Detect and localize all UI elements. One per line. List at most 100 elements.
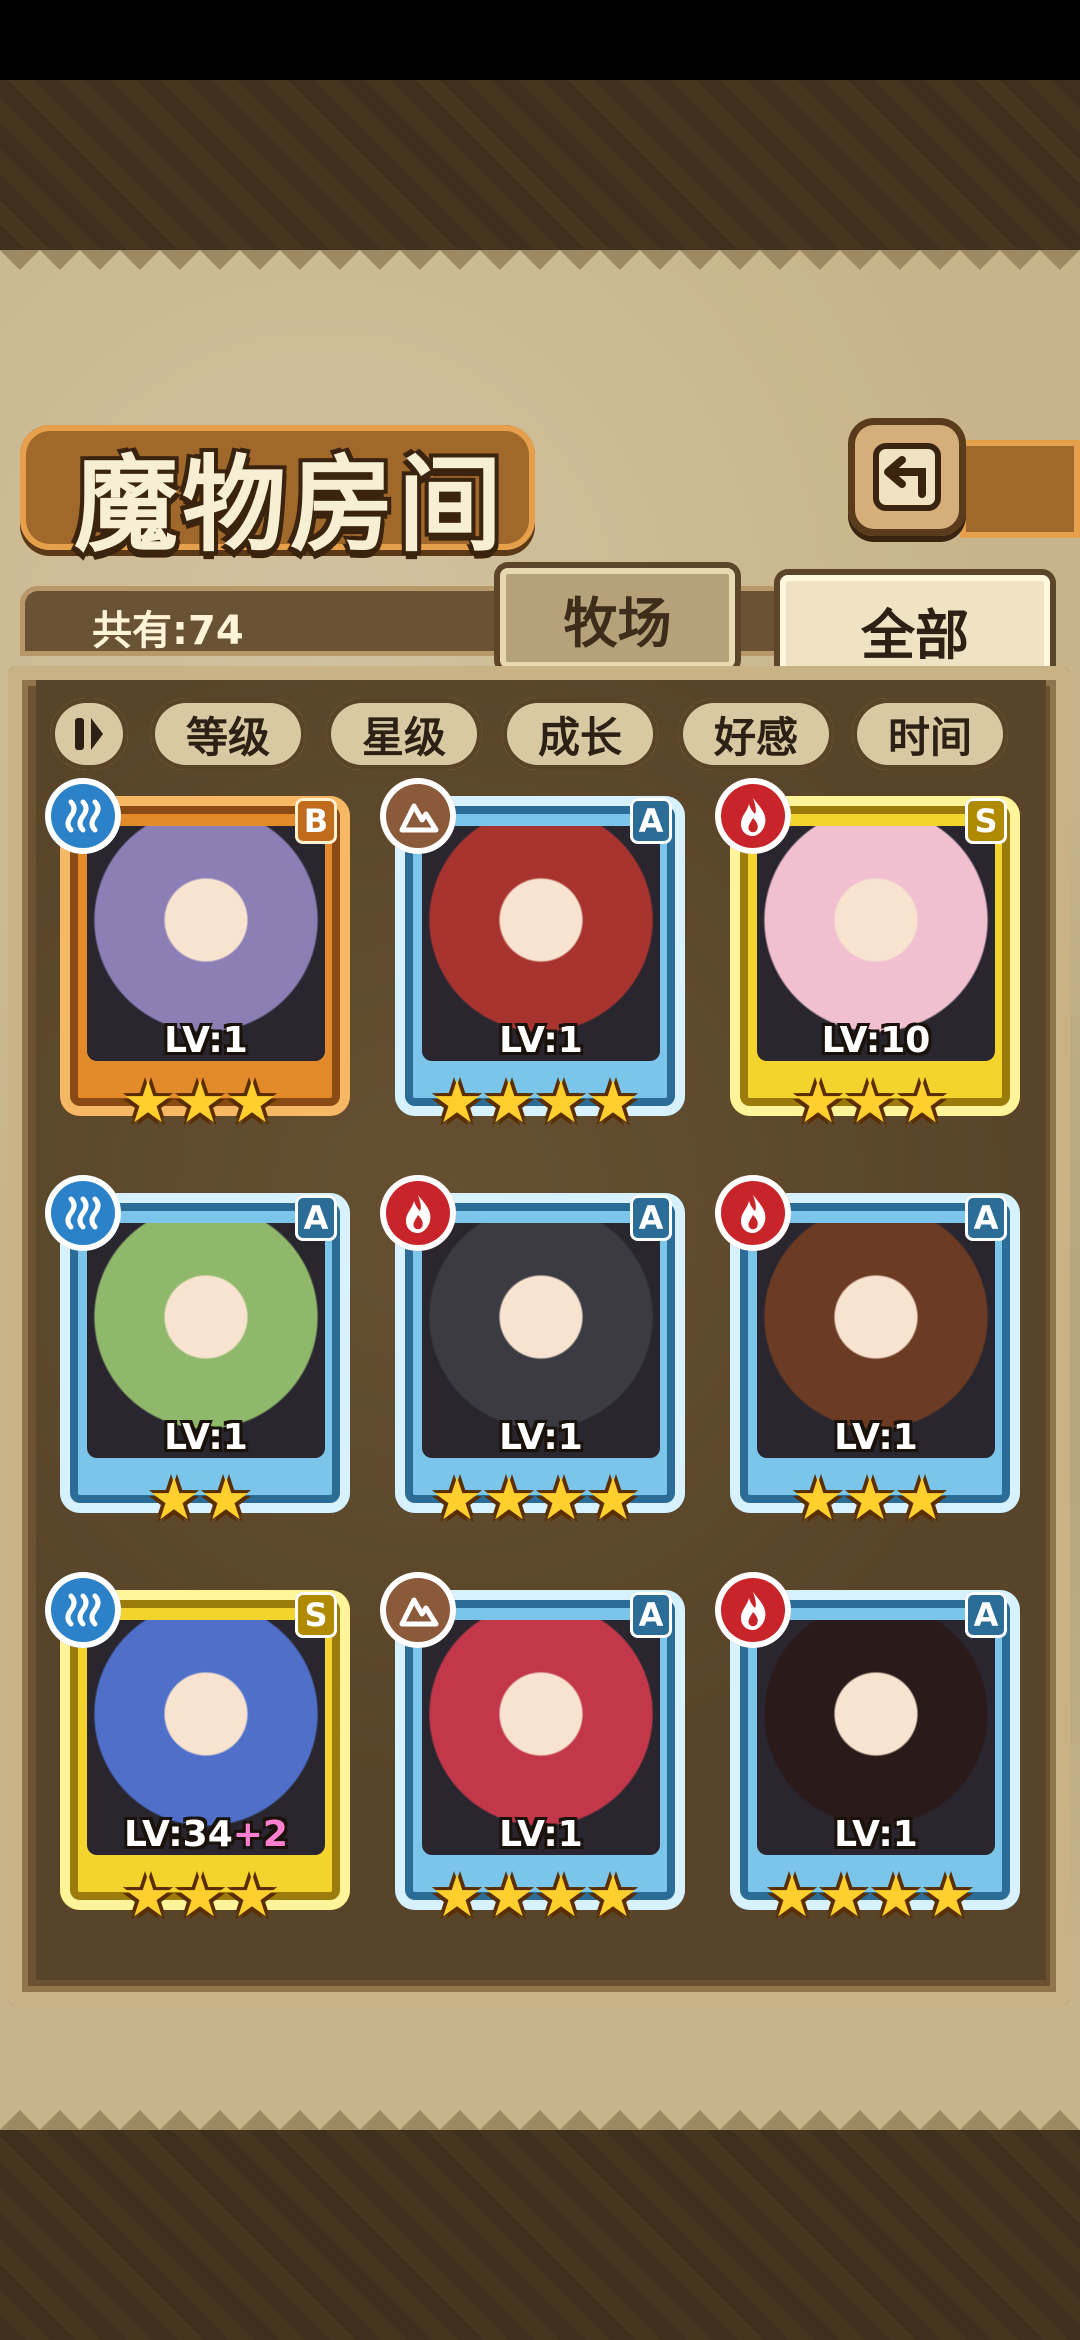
monster-card[interactable]: A LV:1 ★★★★ bbox=[715, 1572, 1025, 1932]
level-value: LV:34 bbox=[124, 1814, 233, 1855]
water-element-icon bbox=[45, 778, 121, 854]
monster-card[interactable]: B LV:1 ★★★ bbox=[45, 778, 355, 1138]
fire-element-icon bbox=[380, 1175, 456, 1251]
star-rating: ★★★ bbox=[715, 1072, 1025, 1132]
star-rating: ★★★★ bbox=[380, 1469, 690, 1529]
grade-badge: A bbox=[630, 798, 672, 844]
earth-element-icon bbox=[380, 778, 456, 854]
star-icon: ★ bbox=[587, 1465, 639, 1533]
owned-count: 共有:74 bbox=[92, 608, 244, 654]
star-icon: ★ bbox=[122, 1862, 174, 1930]
star-icon: ★ bbox=[431, 1068, 483, 1136]
pause-icon bbox=[75, 718, 103, 750]
star-icon: ★ bbox=[587, 1068, 639, 1136]
star-icon: ★ bbox=[431, 1862, 483, 1930]
grade-badge: A bbox=[630, 1592, 672, 1638]
back-button[interactable] bbox=[848, 418, 966, 536]
sort-growth-button[interactable]: 成长 bbox=[502, 698, 658, 770]
sort-level-button[interactable]: 等级 bbox=[150, 698, 306, 770]
star-icon: ★ bbox=[922, 1862, 974, 1930]
star-icon: ★ bbox=[896, 1465, 948, 1533]
level-label: LV:34+2 bbox=[87, 1814, 325, 1855]
star-icon: ★ bbox=[174, 1068, 226, 1136]
monster-card[interactable]: A LV:1 ★★ bbox=[45, 1175, 355, 1535]
fire-element-icon bbox=[715, 1572, 791, 1648]
earth-element-icon bbox=[380, 1572, 456, 1648]
star-icon: ★ bbox=[431, 1465, 483, 1533]
star-icon: ★ bbox=[226, 1068, 278, 1136]
bottom-decor-band bbox=[0, 2130, 1080, 2340]
back-rail bbox=[960, 440, 1080, 538]
monster-card[interactable]: S LV:34+2 ★★★ bbox=[45, 1572, 355, 1932]
star-rating: ★★★ bbox=[45, 1866, 355, 1926]
level-value: LV:1 bbox=[834, 1417, 918, 1458]
level-label: LV:1 bbox=[757, 1417, 995, 1458]
star-rating: ★★★ bbox=[715, 1469, 1025, 1529]
level-label: LV:1 bbox=[422, 1020, 660, 1061]
monster-card[interactable]: S LV:10 ★★★ bbox=[715, 778, 1025, 1138]
level-value: LV:1 bbox=[834, 1814, 918, 1855]
sort-time-button[interactable]: 时间 bbox=[852, 698, 1008, 770]
star-icon: ★ bbox=[483, 1862, 535, 1930]
level-label: LV:1 bbox=[757, 1814, 995, 1855]
level-label: LV:1 bbox=[87, 1020, 325, 1061]
grade-badge: A bbox=[630, 1195, 672, 1241]
water-element-icon bbox=[45, 1175, 121, 1251]
level-value: LV:1 bbox=[499, 1417, 583, 1458]
grade-badge: B bbox=[295, 798, 337, 844]
sawtooth-bottom-edge bbox=[0, 2090, 1080, 2130]
sawtooth-top-edge bbox=[0, 250, 1080, 290]
monster-card[interactable]: A LV:1 ★★★ bbox=[715, 1175, 1025, 1535]
level-value: LV:10 bbox=[821, 1020, 931, 1061]
star-icon: ★ bbox=[148, 1465, 200, 1533]
grade-badge: A bbox=[965, 1195, 1007, 1241]
star-icon: ★ bbox=[792, 1465, 844, 1533]
level-label: LV:1 bbox=[87, 1417, 325, 1458]
level-label: LV:10 bbox=[757, 1020, 995, 1061]
top-decor-band bbox=[0, 80, 1080, 250]
grade-badge: A bbox=[965, 1592, 1007, 1638]
fire-element-icon bbox=[715, 1175, 791, 1251]
level-bonus: +2 bbox=[232, 1814, 288, 1855]
sort-stars-button[interactable]: 星级 bbox=[326, 698, 482, 770]
monster-card[interactable]: A LV:1 ★★★★ bbox=[380, 1175, 690, 1535]
star-icon: ★ bbox=[483, 1465, 535, 1533]
water-element-icon bbox=[45, 1572, 121, 1648]
star-icon: ★ bbox=[896, 1068, 948, 1136]
status-bar bbox=[0, 0, 1080, 80]
star-icon: ★ bbox=[535, 1465, 587, 1533]
page-title: 魔物房间 bbox=[73, 443, 506, 566]
monster-card[interactable]: A LV:1 ★★★★ bbox=[380, 778, 690, 1138]
star-icon: ★ bbox=[766, 1862, 818, 1930]
star-icon: ★ bbox=[587, 1862, 639, 1930]
star-icon: ★ bbox=[870, 1862, 922, 1930]
monster-card[interactable]: A LV:1 ★★★★ bbox=[380, 1572, 690, 1932]
sort-order-toggle[interactable] bbox=[50, 698, 128, 770]
star-icon: ★ bbox=[200, 1465, 252, 1533]
star-icon: ★ bbox=[844, 1068, 896, 1136]
grade-badge: S bbox=[295, 1592, 337, 1638]
star-rating: ★★★★ bbox=[715, 1866, 1025, 1926]
star-rating: ★★★ bbox=[45, 1072, 355, 1132]
star-icon: ★ bbox=[844, 1465, 896, 1533]
return-icon bbox=[873, 443, 941, 511]
level-value: LV:1 bbox=[164, 1020, 248, 1061]
star-icon: ★ bbox=[174, 1862, 226, 1930]
sort-affection-button[interactable]: 好感 bbox=[678, 698, 834, 770]
level-value: LV:1 bbox=[499, 1020, 583, 1061]
star-icon: ★ bbox=[535, 1068, 587, 1136]
star-rating: ★★★★ bbox=[380, 1866, 690, 1926]
grade-badge: S bbox=[965, 798, 1007, 844]
level-value: LV:1 bbox=[499, 1814, 583, 1855]
grade-badge: A bbox=[295, 1195, 337, 1241]
fire-element-icon bbox=[715, 778, 791, 854]
level-value: LV:1 bbox=[164, 1417, 248, 1458]
star-icon: ★ bbox=[226, 1862, 278, 1930]
star-icon: ★ bbox=[818, 1862, 870, 1930]
star-icon: ★ bbox=[122, 1068, 174, 1136]
star-icon: ★ bbox=[483, 1068, 535, 1136]
tab-ranch[interactable]: 牧场 bbox=[500, 568, 735, 668]
level-label: LV:1 bbox=[422, 1814, 660, 1855]
level-label: LV:1 bbox=[422, 1417, 660, 1458]
star-rating: ★★ bbox=[45, 1469, 355, 1529]
